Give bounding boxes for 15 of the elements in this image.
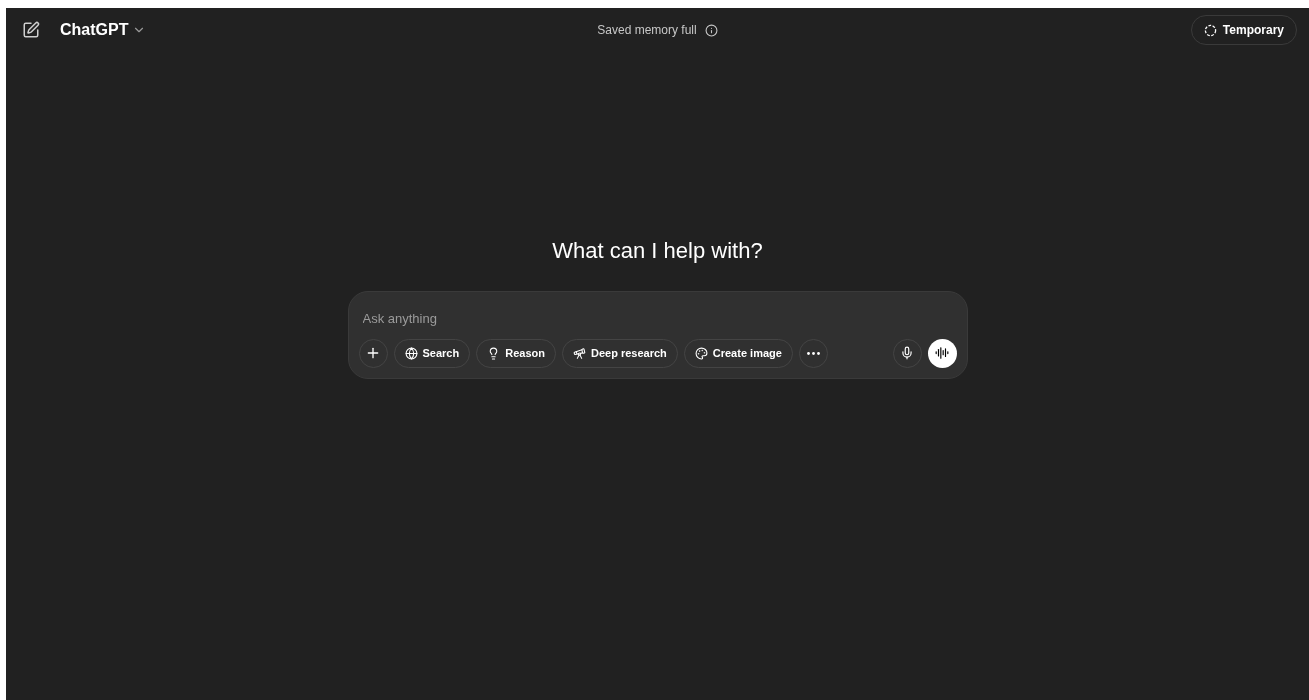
sound-wave-icon: [935, 346, 949, 360]
globe-icon: [404, 346, 418, 360]
pen-square-icon: [22, 21, 40, 39]
telescope-icon: [572, 346, 586, 360]
plus-icon: [365, 345, 381, 361]
info-icon[interactable]: [704, 23, 718, 37]
ellipsis-icon: [806, 351, 820, 355]
message-input[interactable]: Ask anything: [358, 309, 957, 329]
palette-icon: [694, 346, 708, 360]
dashed-circle-icon: [1203, 23, 1217, 37]
microphone-icon: [900, 346, 914, 360]
voice-mode-button[interactable]: [927, 338, 957, 368]
memory-notice: Saved memory full: [597, 22, 697, 39]
model-selector[interactable]: ChatGPT: [60, 18, 147, 42]
greeting-heading: What can I help with?: [552, 237, 763, 265]
